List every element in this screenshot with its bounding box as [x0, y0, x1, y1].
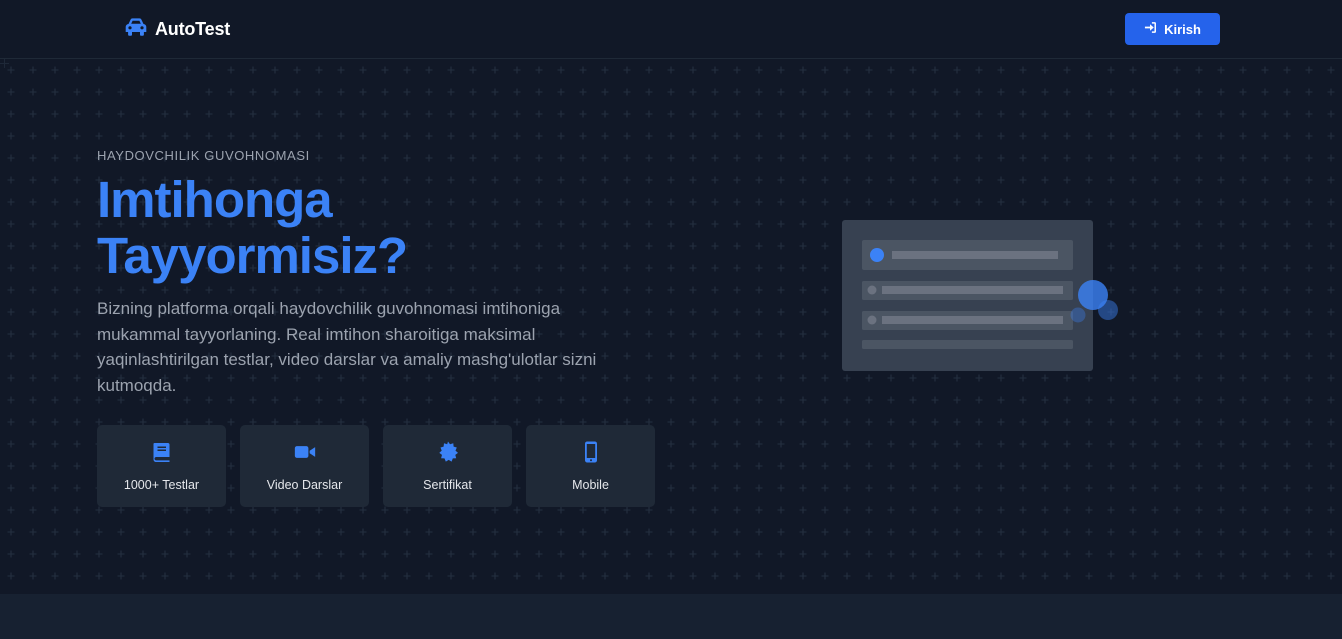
illustration-option-line [882, 316, 1063, 324]
feature-card-mobile[interactable]: Mobile [526, 425, 655, 507]
feature-label: 1000+ Testlar [123, 477, 200, 492]
feature-list: 1000+ Testlar Video Darslar Sertifikat M… [97, 425, 655, 507]
feature-label: Mobile [572, 477, 609, 492]
feature-card-tests[interactable]: 1000+ Testlar [97, 425, 226, 507]
illustration-footer-bar [862, 340, 1073, 349]
illustration-selected-dot [870, 248, 884, 262]
brand-logo[interactable]: AutoTest [124, 17, 230, 42]
illustration-bubble-medium [1098, 300, 1118, 320]
illustration-question-line [892, 251, 1058, 259]
hero-section: HAYDOVCHILIK GUVOHNOMASI Imtihonga Tayyo… [0, 59, 1342, 594]
feature-card-videos[interactable]: Video Darslar [240, 425, 369, 507]
illustration-bubble-small [1070, 307, 1086, 323]
video-icon [294, 441, 316, 468]
illustration-option-dot [867, 285, 877, 295]
hero-title-line2: Tayyormisiz? [97, 227, 408, 284]
book-icon [151, 441, 173, 468]
hero-title-line1: Imtihonga [97, 171, 333, 228]
hero-title: Imtihonga Tayyormisiz? [97, 172, 517, 284]
hero-eyebrow: HAYDOVCHILIK GUVOHNOMASI [97, 148, 310, 163]
feature-label: Video Darslar [266, 477, 343, 492]
illustration-option-line [882, 286, 1063, 294]
certificate-icon [437, 441, 459, 468]
hero-description: Bizning platforma orqali haydovchilik gu… [97, 299, 597, 395]
login-button[interactable]: Kirish [1125, 13, 1220, 45]
mobile-icon [580, 441, 602, 468]
feature-card-certificate[interactable]: Sertifikat [383, 425, 512, 507]
illustration-option-dot [867, 315, 877, 325]
next-section [0, 594, 1342, 639]
navbar: AutoTest Kirish [0, 0, 1342, 59]
hero-illustration [842, 220, 1118, 371]
car-icon [124, 17, 148, 42]
login-label: Kirish [1164, 21, 1201, 37]
brand-name: AutoTest [155, 19, 231, 39]
feature-label: Sertifikat [423, 477, 472, 492]
sign-in-icon [1144, 21, 1157, 37]
